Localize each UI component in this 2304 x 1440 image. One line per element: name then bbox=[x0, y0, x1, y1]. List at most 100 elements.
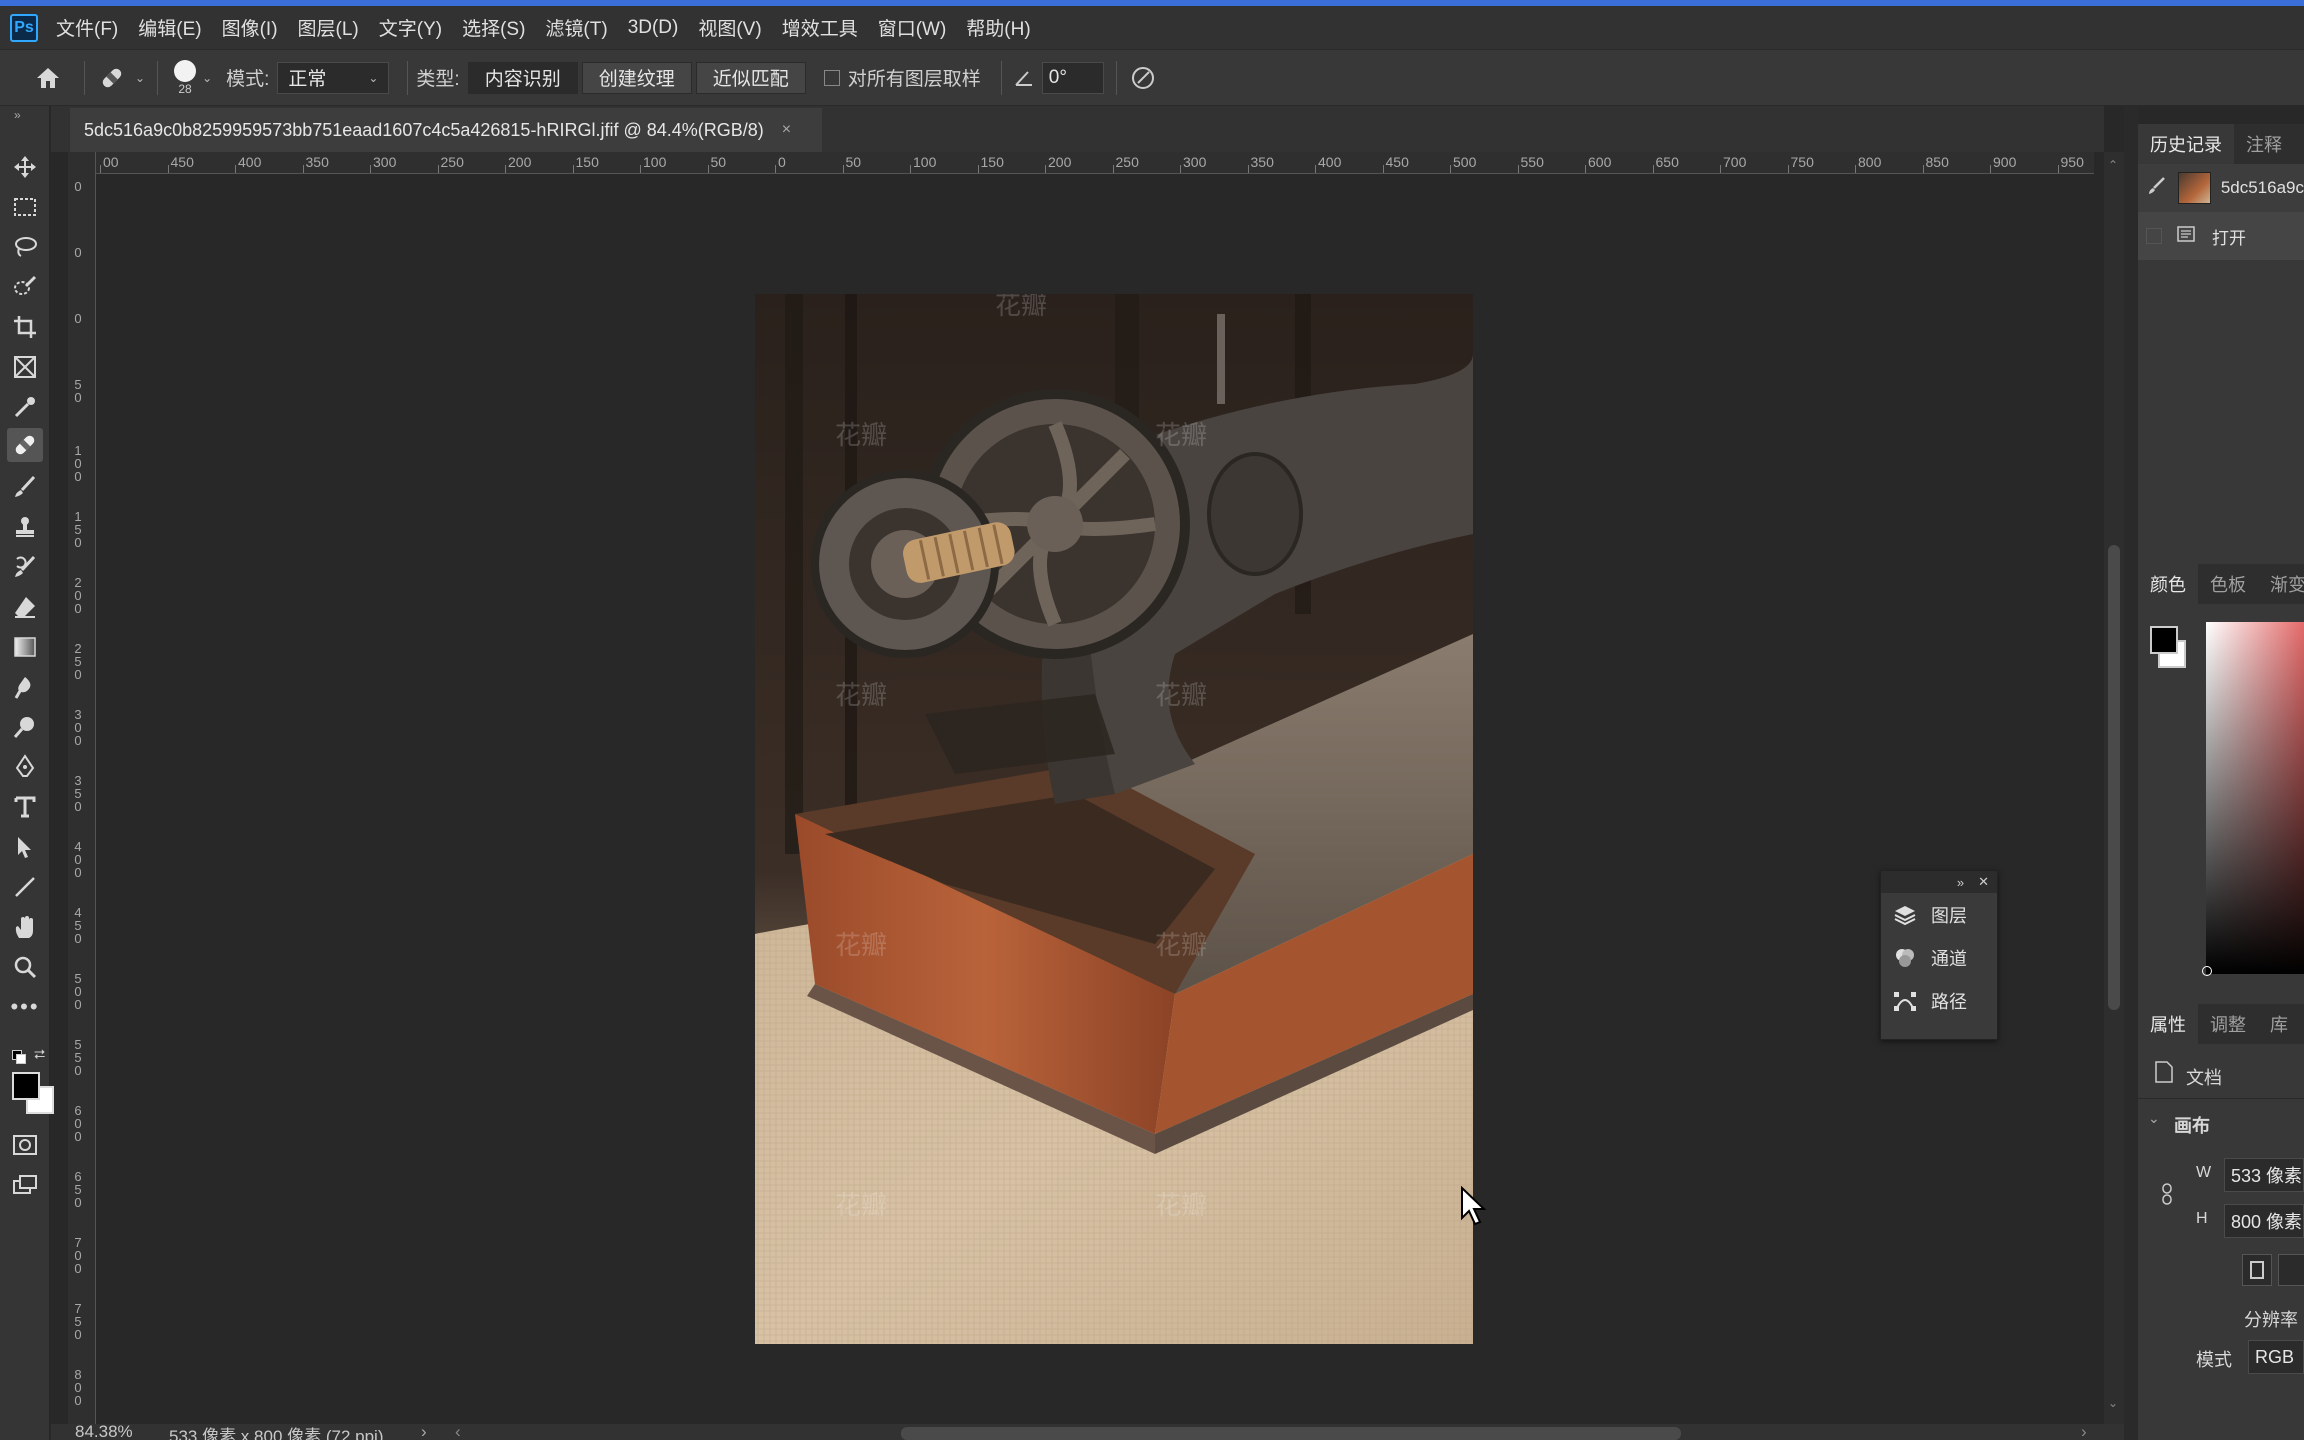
default-colors-icon[interactable] bbox=[12, 1050, 26, 1064]
tab-properties[interactable]: 属性 bbox=[2138, 1004, 2198, 1044]
chevron-down-icon[interactable]: ⌄ bbox=[2148, 1110, 2160, 1127]
pressure-size-icon[interactable] bbox=[1129, 64, 1157, 92]
home-icon[interactable] bbox=[24, 54, 72, 102]
blur-tool-icon[interactable] bbox=[10, 672, 40, 702]
color-mode-select[interactable]: RGB bbox=[2248, 1340, 2304, 1374]
horizontal-scrollbar-thumb[interactable] bbox=[901, 1427, 1681, 1440]
menu-window[interactable]: 窗口(W) bbox=[878, 14, 947, 41]
eraser-tool-icon[interactable] bbox=[10, 592, 40, 622]
history-brush-tool-icon[interactable] bbox=[10, 552, 40, 582]
menu-plugins[interactable]: 增效工具 bbox=[782, 14, 858, 41]
scroll-left-icon[interactable]: ‹ bbox=[455, 1424, 461, 1440]
portrait-orientation-button[interactable] bbox=[2242, 1254, 2272, 1286]
collapse-toolbar-icon[interactable]: » bbox=[14, 108, 21, 122]
color-picker-handle[interactable] bbox=[2202, 966, 2212, 976]
layers-panel-button[interactable]: 图层 bbox=[1881, 893, 1997, 936]
create-texture-button[interactable]: 创建纹理 bbox=[581, 61, 692, 94]
history-step-checkbox[interactable] bbox=[2146, 228, 2162, 244]
marquee-tool-icon[interactable] bbox=[10, 192, 40, 222]
horizontal-ruler[interactable]: 00 450 400 350 300 250 200 150 100 50 0 50 100 150 200… bbox=[96, 152, 2094, 174]
close-icon[interactable]: ✕ bbox=[1978, 874, 1989, 890]
tab-libraries[interactable]: 库 bbox=[2258, 1004, 2300, 1044]
panel-foreground-swatch[interactable] bbox=[2150, 626, 2178, 654]
quick-selection-tool-icon[interactable] bbox=[10, 272, 40, 302]
pen-tool-icon[interactable] bbox=[10, 752, 40, 782]
type-tool-icon[interactable] bbox=[10, 792, 40, 822]
tab-notes[interactable]: 注释 bbox=[2234, 124, 2294, 164]
color-picker-field[interactable] bbox=[2206, 622, 2304, 974]
history-brush-source-icon[interactable] bbox=[2146, 175, 2168, 202]
mode-select[interactable]: 正常 ⌄ bbox=[277, 61, 390, 94]
status-menu-icon[interactable]: › bbox=[421, 1424, 427, 1440]
menu-file[interactable]: 文件(F) bbox=[56, 14, 118, 41]
swap-colors-icon[interactable]: ⮂ bbox=[34, 1046, 45, 1063]
clone-stamp-tool-icon[interactable] bbox=[10, 512, 40, 542]
document-size-info[interactable]: 533 像素 x 800 像素 (72 ppi) bbox=[169, 1424, 383, 1440]
frame-tool-icon[interactable] bbox=[10, 352, 40, 382]
scroll-up-icon[interactable]: ⌃ bbox=[2108, 158, 2118, 172]
spot-healing-brush-tool-icon[interactable] bbox=[7, 428, 43, 462]
menu-bar: Ps 文件(F) 编辑(E) 图像(I) 图层(L) 文字(Y) 选择(S) 滤… bbox=[0, 6, 2304, 49]
tab-color[interactable]: 颜色 bbox=[2138, 564, 2198, 604]
paths-panel-button[interactable]: 路径 bbox=[1881, 979, 1997, 1022]
menu-view[interactable]: 视图(V) bbox=[698, 14, 761, 41]
path-selection-tool-icon[interactable] bbox=[10, 832, 40, 862]
menu-layer[interactable]: 图层(L) bbox=[298, 14, 359, 41]
brush-tool-icon[interactable] bbox=[10, 472, 40, 502]
floating-panel-header[interactable]: » ✕ bbox=[1881, 871, 1997, 893]
dodge-tool-icon[interactable] bbox=[10, 712, 40, 742]
document-tab[interactable]: 5dc516a9c0b8259959573bb751eaad1607c4c5a4… bbox=[70, 108, 822, 152]
tab-gradients[interactable]: 渐变 bbox=[2258, 564, 2304, 604]
ruler-label: 900 bbox=[1993, 154, 2017, 170]
vertical-ruler[interactable]: 0 0 0 5 0 1 0 0 1 5 0 2 0 0 2 5 0 3 0 0 3 5 0 4 0 … bbox=[68, 172, 96, 1424]
ruler-label: 4 0 0 bbox=[74, 839, 82, 880]
canvas-width-input[interactable]: 533 像素 bbox=[2224, 1158, 2304, 1192]
crop-tool-icon[interactable] bbox=[10, 312, 40, 342]
tab-swatches[interactable]: 色板 bbox=[2198, 564, 2258, 604]
sample-all-layers-checkbox[interactable] bbox=[823, 69, 840, 86]
document-canvas-image[interactable]: 花瓣 花瓣 花瓣 花瓣 花瓣 花瓣 花瓣 花瓣 花瓣 bbox=[755, 294, 1473, 1344]
screen-mode-icon[interactable] bbox=[10, 1170, 40, 1200]
expand-panels-icon[interactable]: » bbox=[1957, 875, 1964, 890]
eyedropper-tool-icon[interactable] bbox=[10, 392, 40, 422]
close-icon[interactable]: × bbox=[782, 121, 791, 139]
canvas-section-title[interactable]: 画布 bbox=[2174, 1112, 2210, 1138]
landscape-orientation-button[interactable] bbox=[2278, 1254, 2304, 1286]
vertical-scrollbar-thumb[interactable] bbox=[2108, 545, 2120, 1010]
history-step-open[interactable]: 打开 bbox=[2138, 212, 2304, 260]
hand-tool-icon[interactable] bbox=[10, 912, 40, 942]
gradient-tool-icon[interactable] bbox=[10, 632, 40, 662]
brush-size-value: 28 bbox=[178, 81, 192, 96]
tab-history[interactable]: 历史记录 bbox=[2138, 124, 2234, 164]
zoom-level[interactable]: 84.38% bbox=[75, 1424, 133, 1440]
proximity-match-button[interactable]: 近似匹配 bbox=[695, 61, 806, 94]
line-tool-icon[interactable] bbox=[10, 872, 40, 902]
menu-select[interactable]: 选择(S) bbox=[462, 14, 525, 41]
tab-adjustments[interactable]: 调整 bbox=[2198, 1004, 2258, 1044]
ruler-origin[interactable] bbox=[68, 152, 96, 174]
menu-3d[interactable]: 3D(D) bbox=[628, 17, 679, 39]
menu-type[interactable]: 文字(Y) bbox=[379, 14, 442, 41]
angle-input[interactable]: 0° bbox=[1041, 61, 1104, 94]
menu-edit[interactable]: 编辑(E) bbox=[138, 14, 201, 41]
quick-mask-icon[interactable] bbox=[10, 1130, 40, 1160]
menu-help[interactable]: 帮助(H) bbox=[966, 14, 1030, 41]
content-aware-button[interactable]: 内容识别 bbox=[467, 61, 578, 94]
paths-label: 路径 bbox=[1931, 991, 1967, 1012]
foreground-color-swatch[interactable] bbox=[12, 1072, 40, 1100]
history-snapshot[interactable]: 5dc516a9c bbox=[2138, 164, 2304, 212]
scroll-down-icon[interactable]: ⌄ bbox=[2108, 1396, 2118, 1410]
chevron-down-icon[interactable]: ⌄ bbox=[202, 71, 212, 85]
menu-image[interactable]: 图像(I) bbox=[222, 14, 278, 41]
lasso-tool-icon[interactable] bbox=[10, 232, 40, 262]
zoom-tool-icon[interactable] bbox=[10, 952, 40, 982]
brush-size-picker[interactable]: 28 bbox=[174, 59, 197, 96]
move-tool-icon[interactable] bbox=[10, 152, 40, 182]
channels-panel-button[interactable]: 通道 bbox=[1881, 936, 1997, 979]
tool-preset-picker[interactable]: ⌄ bbox=[97, 63, 145, 93]
canvas-height-input[interactable]: 800 像素 bbox=[2224, 1204, 2304, 1238]
more-tools-icon[interactable]: ••• bbox=[10, 992, 40, 1022]
link-dimensions-icon[interactable] bbox=[2160, 1182, 2174, 1211]
scroll-right-icon[interactable]: › bbox=[2081, 1424, 2087, 1440]
menu-filter[interactable]: 滤镜(T) bbox=[545, 14, 607, 41]
